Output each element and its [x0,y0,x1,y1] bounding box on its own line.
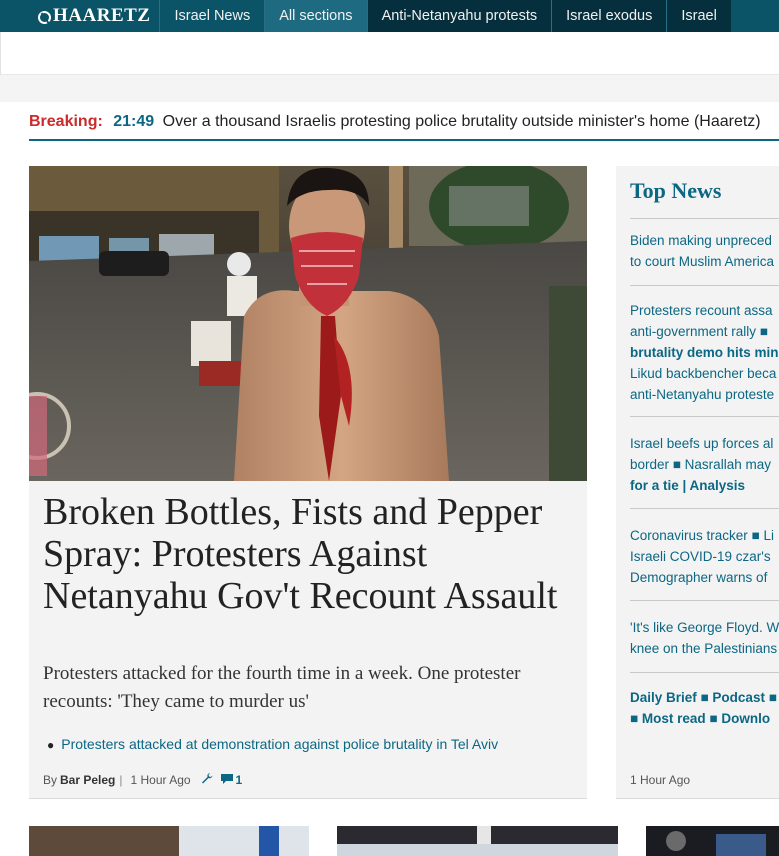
byline-separator: | [119,772,123,787]
haaretz-logo[interactable]: HAARETZ [0,0,159,32]
top-news-line[interactable]: border ■ Nasrallah may [630,454,779,475]
top-news-title: Top News [630,178,722,203]
bullet-icon: ● [47,738,55,752]
ad-banner-area [0,32,779,102]
top-news-links[interactable]: Daily Brief ■ Podcast ■ ■ Most read ■ Do… [630,687,779,729]
nav-israel-news[interactable]: Israel News [159,0,264,32]
byline-prefix: By [43,772,58,787]
breaking-label: Breaking: [29,113,103,130]
breaking-time: 21:49 [113,113,155,130]
main-story-photo[interactable] [29,166,587,481]
top-news-panel: Top News Biden making unpreced to court … [616,166,779,799]
top-navigation: HAARETZ Israel News All sections Anti-Ne… [0,0,779,32]
top-news-line[interactable]: Israel beefs up forces al [630,433,779,454]
top-news-line[interactable]: ■ Most read ■ Downlo [630,708,779,729]
wrench-icon [201,772,213,787]
top-news-line[interactable]: Israeli COVID-19 czar's [630,546,779,567]
main-headline[interactable]: Broken Bottles, Fists and Pepper Spray: … [43,491,573,617]
top-news-line[interactable]: to court Muslim America [630,251,779,272]
top-news-line[interactable]: 'It's like George Floyd. W [630,617,779,638]
comment-count: 1 [235,772,243,787]
top-news-line[interactable]: Likud backbencher beca [630,363,779,384]
top-news-divider [630,218,779,219]
related-link-item[interactable]: ● Protesters attacked at demonstration ag… [47,736,498,752]
top-news-line[interactable]: Protesters recount assa [630,300,779,321]
byline: By Bar Peleg | 1 Hour Ago 1 [43,772,242,787]
story-thumbnail[interactable] [29,826,309,856]
top-news-divider [630,600,779,601]
top-news-divider [630,508,779,509]
breaking-text[interactable]: Over a thousand Israelis protesting poli… [163,113,761,130]
story-thumbnail[interactable] [646,826,779,856]
comments-link[interactable]: 1 [220,772,243,787]
top-news-item[interactable]: Biden making unpreced to court Muslim Am… [630,230,779,272]
top-news-line[interactable]: for a tie | Analysis [630,475,779,496]
top-news-item[interactable]: 'It's like George Floyd. W knee on the P… [630,617,779,659]
nav-anti-netanyahu-protests[interactable]: Anti-Netanyahu protests [366,0,552,32]
top-news-line[interactable]: anti-government rally ■ [630,321,779,342]
top-news-divider [630,416,779,417]
nav-all-sections[interactable]: All sections [264,0,367,32]
breaking-news-ticker[interactable]: Breaking: 21:49 Over a thousand Israelis… [29,113,779,131]
breaking-divider [29,139,779,141]
related-link[interactable]: Protesters attacked at demonstration aga… [61,736,498,752]
author-link[interactable]: Bar Peleg [60,773,115,787]
top-news-line[interactable]: Coronavirus tracker ■ Li [630,525,779,546]
story-thumbnail[interactable] [337,826,618,856]
top-news-line[interactable]: knee on the Palestinians [630,638,779,659]
nav-israel[interactable]: Israel [666,0,731,32]
top-news-time: 1 Hour Ago [630,773,691,787]
top-news-item[interactable]: Israel beefs up forces al border ■ Nasra… [630,433,779,496]
ad-banner-placeholder [0,32,779,75]
top-news-divider [630,285,779,286]
nav-israel-exodus[interactable]: Israel exodus [551,0,667,32]
main-story-card: Broken Bottles, Fists and Pepper Spray: … [29,166,587,799]
top-news-item[interactable]: Protesters recount assa anti-government … [630,300,779,405]
top-news-line[interactable]: Demographer warns of [630,567,779,588]
main-subhead: Protesters attacked for the fourth time … [43,663,521,712]
top-news-line[interactable]: Daily Brief ■ Podcast ■ [630,687,779,708]
logo-text: HAARETZ [53,5,151,26]
top-news-item[interactable]: Coronavirus tracker ■ Li Israeli COVID-1… [630,525,779,588]
comment-icon [220,774,233,784]
logo-icon [38,10,51,24]
top-news-line[interactable]: brutality demo hits minis [630,342,779,363]
top-news-line[interactable]: anti-Netanyahu proteste [630,384,779,405]
time-ago: 1 Hour Ago [130,772,191,787]
top-news-divider [630,672,779,673]
top-news-line[interactable]: Biden making unpreced [630,230,779,251]
